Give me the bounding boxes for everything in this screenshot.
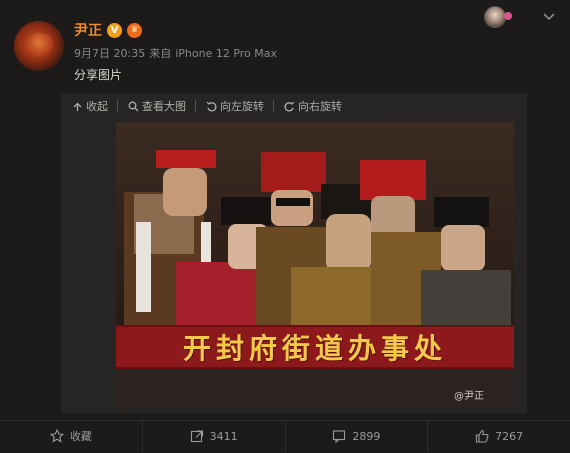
- favorite-button[interactable]: 收藏: [0, 421, 143, 451]
- view-large-label: 查看大图: [142, 100, 186, 113]
- rotate-left-button[interactable]: 向左旋转: [206, 97, 274, 115]
- rotate-right-icon: [284, 101, 295, 111]
- notification-dot-icon: [504, 12, 512, 20]
- action-bar: 收藏 3411 2899 7267: [0, 421, 570, 451]
- post-meta: 9月7日 20:35 来自 iPhone 12 Pro Max: [74, 45, 281, 61]
- like-count: 7267: [495, 429, 524, 443]
- weibo-post-card: 尹正 V ♛ 9月7日 20:35 来自 iPhone 12 Pro Max 分享图…: [0, 0, 570, 453]
- rotate-left-label: 向左旋转: [220, 100, 264, 113]
- post-text: 分享图片: [74, 68, 123, 82]
- repost-count: 3411: [209, 429, 238, 443]
- username[interactable]: 尹正: [74, 20, 102, 40]
- comment-count: 2899: [352, 429, 381, 443]
- source-prefix: 来自: [149, 47, 172, 60]
- rotate-right-label: 向右旋转: [298, 100, 342, 113]
- verified-badge-icon[interactable]: V: [107, 22, 122, 38]
- user-avatar[interactable]: [14, 21, 64, 71]
- comment-button[interactable]: 2899: [286, 421, 429, 451]
- arrow-up-icon: [73, 102, 82, 111]
- image-toolbar: 收起 查看大图 向左旋转 向右旋转: [72, 97, 342, 115]
- comment-icon: [333, 430, 346, 443]
- like-button[interactable]: 7267: [428, 421, 570, 451]
- member-badge-icon[interactable]: ♛: [127, 22, 142, 38]
- collapse-button[interactable]: 收起: [72, 97, 118, 115]
- star-icon: [49, 429, 64, 443]
- share-icon: [190, 430, 203, 443]
- image-banner: 开封府街道办事处: [116, 325, 514, 369]
- thumbs-up-icon: [476, 429, 489, 443]
- favorite-label: 收藏: [69, 430, 92, 443]
- post-device: iPhone 12 Pro Max: [175, 47, 278, 60]
- chevron-down-icon[interactable]: [541, 10, 557, 24]
- rotate-right-button[interactable]: 向右旋转: [284, 97, 342, 115]
- rotate-left-icon: [206, 101, 217, 111]
- toolbar-divider: [195, 100, 196, 112]
- follow-user-avatar[interactable]: [484, 6, 506, 28]
- collapse-label: 收起: [86, 100, 108, 113]
- search-icon: [128, 101, 139, 111]
- view-large-button[interactable]: 查看大图: [128, 97, 196, 115]
- name-row: 尹正 V ♛: [74, 20, 142, 40]
- image-watermark: @尹正: [454, 391, 484, 402]
- toolbar-divider: [273, 100, 274, 112]
- post-image[interactable]: 开封府街道办事处 @尹正: [116, 122, 514, 408]
- repost-button[interactable]: 3411: [143, 421, 286, 451]
- toolbar-divider: [117, 100, 118, 112]
- post-date[interactable]: 9月7日 20:35: [74, 47, 145, 60]
